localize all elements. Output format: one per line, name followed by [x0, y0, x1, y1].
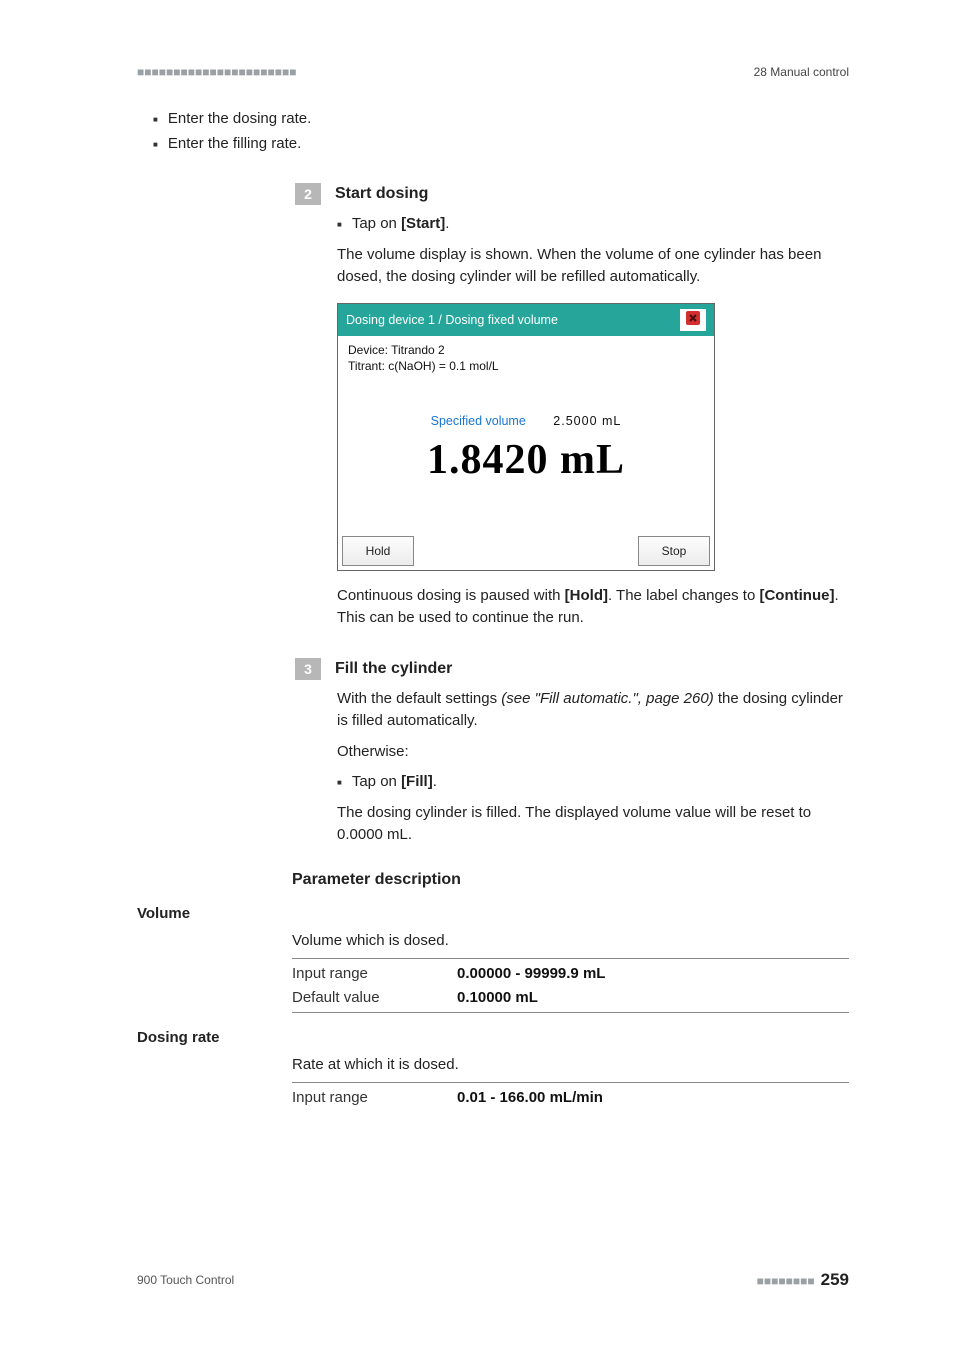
- param-volume-body: Volume which is dosed. Input range 0.000…: [292, 930, 849, 1013]
- param-dosing-rate-body: Rate at which it is dosed. Input range 0…: [292, 1054, 849, 1113]
- table-row: Input range 0.00000 - 99999.9 mL: [292, 962, 849, 985]
- param-dosing-rate-table: Input range 0.01 - 166.00 mL/min: [292, 1082, 849, 1112]
- list-item: Tap on [Start].: [337, 213, 849, 236]
- param-volume-table: Input range 0.00000 - 99999.9 mL Default…: [292, 958, 849, 1013]
- bullet-text: Enter the filling rate.: [168, 133, 301, 156]
- step-number: 2: [295, 183, 321, 205]
- list-item: Tap on [Fill].: [337, 771, 849, 794]
- row-value: 0.10000 mL: [457, 986, 538, 1009]
- step-3-body: With the default settings (see "Fill aut…: [337, 688, 849, 764]
- step-title: Fill the cylinder: [335, 658, 452, 680]
- list-item: Enter the filling rate.: [153, 133, 849, 156]
- row-value: 0.01 - 166.00 mL/min: [457, 1086, 603, 1109]
- header-section: 28 Manual control: [754, 65, 849, 79]
- header-dashes: ■■■■■■■■■■■■■■■■■■■■■■: [137, 65, 296, 79]
- footer-left: 900 Touch Control: [137, 1273, 234, 1287]
- specified-volume-label: Specified volume: [431, 414, 526, 428]
- dialog-footer: Hold Stop: [338, 536, 714, 570]
- close-button[interactable]: [680, 309, 706, 331]
- page-content: Enter the dosing rate. Enter the filling…: [0, 108, 954, 1113]
- step-2-bullets: Tap on [Start].: [337, 213, 849, 236]
- step-title: Start dosing: [335, 183, 428, 205]
- hold-button[interactable]: Hold: [342, 536, 414, 566]
- close-icon: [685, 310, 701, 329]
- step-2-header: 2 Start dosing: [295, 183, 849, 205]
- param-dosing-rate-name: Dosing rate: [137, 1029, 849, 1046]
- row-value: 0.00000 - 99999.9 mL: [457, 962, 605, 985]
- param-desc: Rate at which it is dosed.: [292, 1054, 849, 1077]
- bullet-text: Tap on [Fill].: [352, 771, 437, 794]
- specified-volume-row: Specified volume 2.5000 mL: [348, 414, 704, 428]
- table-row: Default value 0.10000 mL: [292, 986, 849, 1009]
- page-footer: 900 Touch Control ■■■■■■■■ 259: [137, 1270, 849, 1290]
- bullet-text: Tap on [Start].: [352, 213, 450, 236]
- paragraph: Otherwise:: [337, 741, 849, 764]
- row-key: Input range: [292, 1086, 457, 1109]
- paragraph: With the default settings (see "Fill aut…: [337, 688, 849, 733]
- dialog-title: Dosing device 1 / Dosing fixed volume: [346, 313, 558, 327]
- paragraph: Continuous dosing is paused with [Hold].…: [337, 585, 849, 630]
- device-line: Device: Titrando 2: [348, 342, 704, 358]
- step-2-after: Continuous dosing is paused with [Hold].…: [337, 585, 849, 630]
- stop-button[interactable]: Stop: [638, 536, 710, 566]
- param-volume-name: Volume: [137, 905, 849, 922]
- row-key: Default value: [292, 986, 457, 1009]
- list-item: Enter the dosing rate.: [153, 108, 849, 131]
- step-3-header: 3 Fill the cylinder: [295, 658, 849, 680]
- table-row: Input range 0.01 - 166.00 mL/min: [292, 1086, 849, 1109]
- parameter-description-title: Parameter description: [292, 871, 849, 889]
- dialog-body: Device: Titrando 2 Titrant: c(NaOH) = 0.…: [338, 336, 714, 536]
- top-bullets: Enter the dosing rate. Enter the filling…: [153, 108, 849, 155]
- param-desc: Volume which is dosed.: [292, 930, 849, 953]
- step-2-para: The volume display is shown. When the vo…: [337, 244, 849, 289]
- bullet-text: Enter the dosing rate.: [168, 108, 311, 131]
- step-number: 3: [295, 658, 321, 680]
- footer-right: ■■■■■■■■ 259: [757, 1270, 849, 1290]
- titrant-line: Titrant: c(NaOH) = 0.1 mol/L: [348, 358, 704, 374]
- row-key: Input range: [292, 962, 457, 985]
- dosing-device-screenshot: Dosing device 1 / Dosing fixed volume De…: [337, 303, 715, 571]
- step-3-bullets: Tap on [Fill].: [337, 771, 849, 794]
- paragraph: The volume display is shown. When the vo…: [337, 244, 849, 289]
- footer-dashes: ■■■■■■■■: [757, 1274, 815, 1288]
- specified-volume-value: 2.5000 mL: [553, 414, 621, 428]
- dosed-volume-display: 1.8420 mL: [348, 436, 704, 484]
- step-3-after: The dosing cylinder is filled. The displ…: [337, 802, 849, 847]
- page-number: 259: [821, 1270, 849, 1289]
- dialog-titlebar: Dosing device 1 / Dosing fixed volume: [338, 304, 714, 336]
- paragraph: The dosing cylinder is filled. The displ…: [337, 802, 849, 847]
- page-header: ■■■■■■■■■■■■■■■■■■■■■■ 28 Manual control: [137, 65, 849, 79]
